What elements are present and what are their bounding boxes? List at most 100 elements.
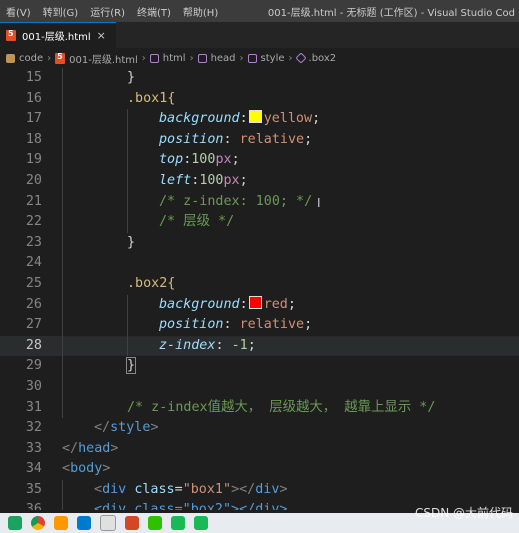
powerpoint-icon[interactable]	[125, 516, 139, 530]
code-editor[interactable]: 15 } 16 .box1{ 17 background: yellow; 18 …	[0, 68, 519, 511]
code-line: 23 }	[0, 232, 519, 254]
csdn-watermark: CSDN @大前代码	[414, 506, 513, 520]
breadcrumb-html[interactable]: html	[163, 53, 186, 64]
code-line: 21 /* z-index: 100; */	[0, 191, 519, 213]
chevron-right-icon: ›	[47, 52, 52, 64]
code-token: :	[223, 317, 240, 333]
breadcrumb-box2[interactable]: .box2	[309, 53, 337, 64]
menu-terminal[interactable]: 终端(T)	[131, 4, 177, 19]
breadcrumb-head[interactable]: head	[211, 53, 236, 64]
indent-guide	[62, 335, 63, 357]
chevron-right-icon: ›	[141, 52, 146, 64]
code-token: >	[110, 440, 119, 456]
code-token: ></	[231, 481, 256, 497]
code-token: div	[255, 481, 280, 497]
indent-guide	[127, 150, 128, 171]
code-text: <div class="box1"></div>	[94, 480, 288, 501]
code-text: </head>	[62, 439, 118, 460]
tab-file[interactable]: 001-层级.html ×	[0, 22, 116, 48]
code-token: :	[223, 131, 240, 147]
code-token: relative	[239, 131, 305, 147]
indent-guide	[62, 253, 63, 274]
folder-icon	[6, 53, 15, 63]
line-number: 24	[25, 255, 42, 271]
breadcrumb-style[interactable]: style	[261, 53, 285, 64]
code-token: <	[94, 481, 103, 497]
code-token: 100	[199, 172, 224, 188]
code-line-current: 28 z-index: -1;	[0, 335, 519, 357]
code-text: <div class="box2"></div>	[94, 502, 288, 511]
indent-guide	[62, 479, 63, 501]
line-number: 25	[25, 275, 42, 291]
breadcrumb: code › 001-层级.html › html › head › style…	[0, 48, 519, 68]
close-icon[interactable]: ×	[97, 29, 106, 42]
code-token: "box1"	[182, 481, 232, 497]
code-line: 17 background: yellow;	[0, 109, 519, 130]
menu-run[interactable]: 运行(R)	[84, 4, 131, 19]
code-token: 100	[191, 152, 216, 168]
code-line: 35 <div class="box1"></div>	[0, 479, 519, 501]
indent-guide	[127, 335, 128, 357]
code-token: left	[159, 172, 192, 188]
menu-help[interactable]: 帮助(H)	[177, 4, 224, 19]
code-text: /* z-index: 100; */	[159, 192, 312, 213]
indent-guide	[127, 129, 128, 151]
menu-view[interactable]: 看(V)	[0, 4, 37, 19]
code-line: 15 }	[0, 68, 519, 89]
wechat-icon[interactable]	[148, 516, 162, 530]
code-line: 18 position: relative;	[0, 129, 519, 151]
code-token: </	[94, 420, 111, 436]
sublime-icon[interactable]	[54, 516, 68, 530]
code-token: }	[125, 357, 137, 375]
code-line: 33 </head>	[0, 439, 519, 460]
color-swatch-yellow[interactable]	[248, 110, 262, 124]
indent-guide	[62, 170, 63, 192]
code-token: /* z-index值越大， 层级越大， 越靠上显示 */	[127, 399, 436, 415]
code-token: /* z-index: 100; */	[159, 193, 313, 209]
menu-goto[interactable]: 转到(G)	[37, 4, 85, 19]
code-text: top:100px;	[159, 150, 240, 171]
code-token: >	[279, 481, 288, 497]
green-app-icon[interactable]	[171, 516, 185, 530]
code-token: :	[239, 296, 248, 312]
code-token: <	[62, 461, 71, 477]
line-number: 32	[25, 420, 42, 436]
code-token: body	[70, 461, 103, 477]
code-token: =	[174, 481, 183, 497]
chevron-right-icon: ›	[239, 52, 244, 64]
color-swatch-red[interactable]	[248, 295, 262, 309]
code-token: </	[62, 440, 79, 456]
html5-file-icon	[6, 29, 16, 41]
line-number: 22	[25, 214, 42, 230]
tag-icon	[149, 53, 159, 63]
code-line: 31 /* z-index值越大， 层级越大， 越靠上显示 */	[0, 397, 519, 419]
green-app-icon-2[interactable]	[194, 516, 208, 530]
indent-guide	[62, 376, 63, 398]
code-line: 30	[0, 376, 519, 398]
code-token: style	[110, 420, 151, 436]
code-token: px	[223, 172, 240, 188]
line-number: 33	[25, 440, 42, 456]
code-token: ;	[304, 317, 313, 333]
code-text: position: relative;	[159, 130, 312, 151]
line-number: 19	[25, 152, 42, 168]
windows-start-icon[interactable]	[8, 516, 22, 530]
code-token: .box2{	[127, 275, 176, 291]
code-token: :	[215, 337, 232, 353]
code-text: /* z-index值越大， 层级越大， 越靠上显示 */	[127, 398, 435, 419]
tag-icon	[197, 53, 207, 63]
breadcrumb-file[interactable]: 001-层级.html	[69, 51, 138, 66]
indent-guide	[62, 273, 63, 295]
indent-guide	[62, 315, 63, 336]
vscode-icon[interactable]	[77, 516, 91, 530]
line-number: 21	[25, 193, 42, 209]
css-selector-icon	[294, 52, 307, 64]
chrome-icon[interactable]	[31, 516, 45, 530]
code-text: background: yellow;	[159, 109, 320, 130]
app-icon[interactable]	[100, 515, 116, 531]
breadcrumb-code[interactable]: code	[19, 53, 43, 64]
line-number: 27	[25, 317, 42, 333]
line-number: 35	[25, 481, 42, 497]
code-token: /* 层级 */	[159, 214, 235, 230]
line-number: 20	[25, 172, 42, 188]
